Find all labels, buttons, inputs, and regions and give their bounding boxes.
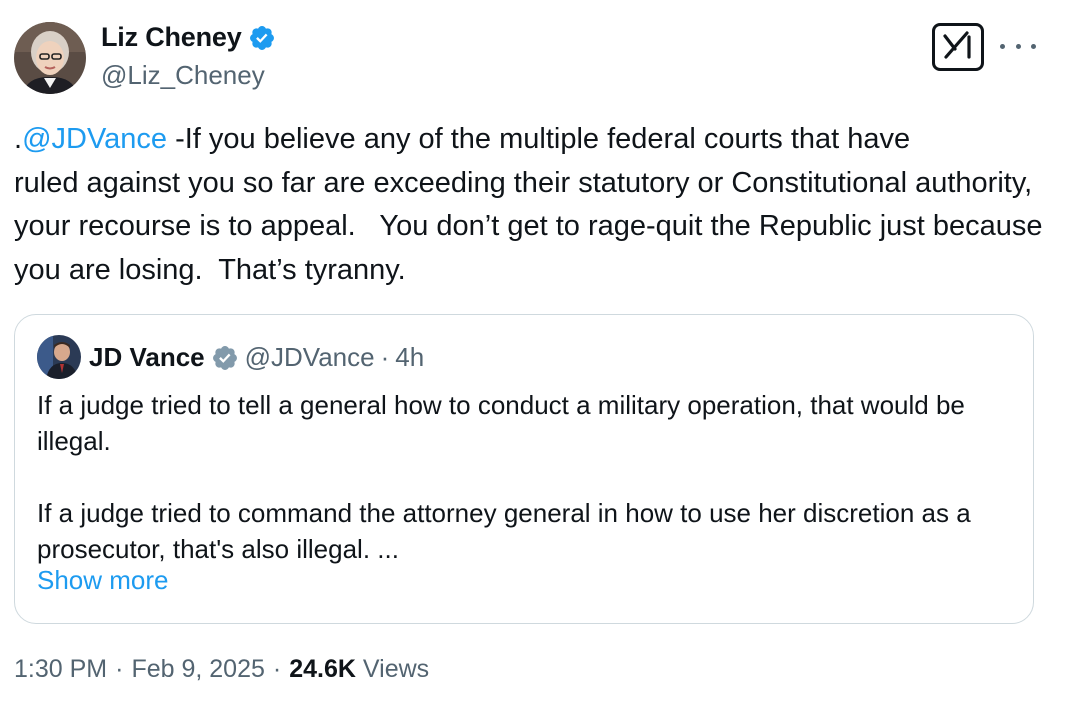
quote-paragraph-1: If a judge tried to tell a general how t… [37,390,965,456]
quote-avatar[interactable] [37,335,81,379]
meta-separator: · [272,655,282,683]
author-avatar[interactable] [14,22,86,94]
text-prefix: . [14,123,23,155]
quote-timestamp[interactable]: 4h [395,342,424,373]
text-body: ruled against you so far are exceeding t… [14,166,1051,286]
more-options-icon[interactable] [1000,34,1036,58]
tweet-meta: 1:30 PM · Feb 9, 2025 · 24.6K Views [14,655,429,684]
verified-badge-icon [248,24,276,52]
quoted-tweet[interactable]: JD Vance @JDVance · 4h If a judge tried … [14,314,1034,624]
tweet-text: .@JDVance -If you believe any of the mul… [14,118,1044,292]
author-name-row: Liz Cheney [101,22,276,53]
quote-author-handle[interactable]: @JDVance [245,342,375,373]
quote-text: If a judge tried to tell a general how t… [37,387,1027,567]
post-time[interactable]: 1:30 PM [14,655,107,684]
author-handle[interactable]: @Liz_Cheney [101,60,265,91]
text-line1: -If you believe any of the multiple fede… [167,123,911,155]
views-label: Views [362,655,430,683]
views-count[interactable]: 24.6K [289,655,356,684]
quote-header: JD Vance @JDVance · 4h [89,342,424,373]
quote-separator: · [380,342,390,372]
post-date[interactable]: Feb 9, 2025 [131,655,264,684]
grok-button[interactable] [932,23,984,71]
show-more-link[interactable]: Show more [37,565,169,596]
meta-separator: · [115,655,124,683]
mention-link[interactable]: @JDVance [22,123,167,155]
gov-verified-badge-icon [211,344,239,372]
author-name[interactable]: Liz Cheney [101,22,242,53]
grok-icon [941,30,975,65]
tweet-card: Liz Cheney @Liz_Cheney .@JDVance -If you… [0,0,1092,710]
quote-paragraph-2: If a judge tried to command the attorney… [37,498,971,564]
quote-author-name[interactable]: JD Vance [89,342,205,373]
